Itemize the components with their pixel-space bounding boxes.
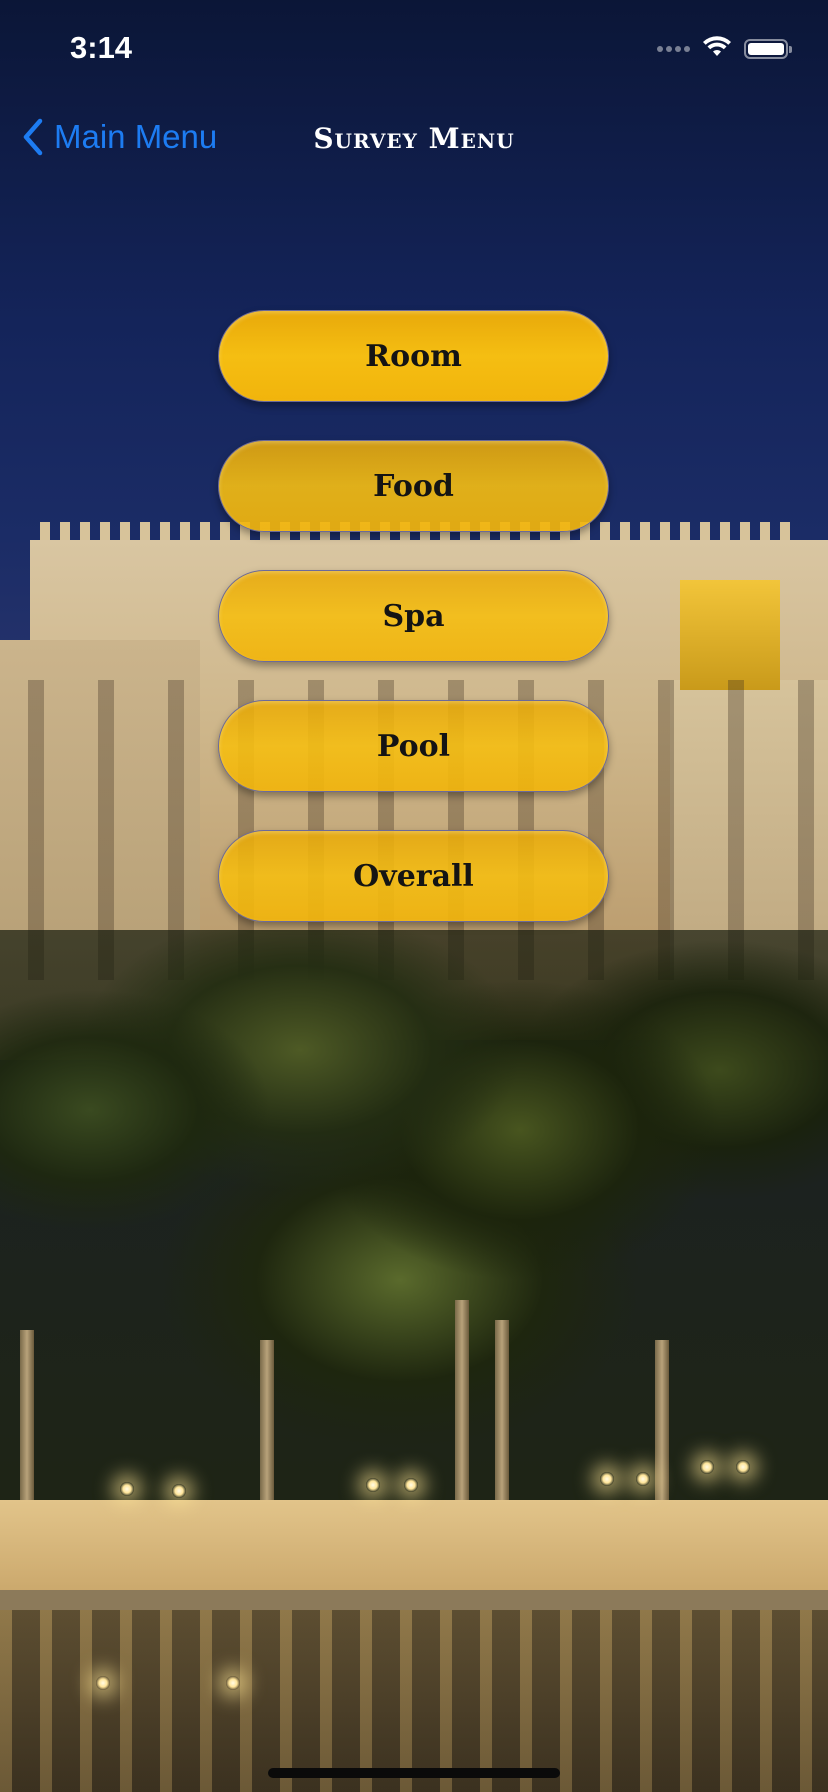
wifi-icon [702, 36, 732, 62]
street-lamp [96, 1676, 110, 1690]
room-button-label: Room [365, 338, 462, 374]
overall-button[interactable]: Overall [218, 830, 609, 922]
overall-button-label: Overall [353, 858, 474, 894]
street-lamp [120, 1482, 134, 1496]
pool-button[interactable]: Pool [218, 700, 609, 792]
street-lamp [226, 1676, 240, 1690]
pool-button-label: Pool [376, 728, 451, 764]
palm-trees [0, 930, 828, 1530]
status-time: 3:14 [70, 30, 133, 65]
page-title: Survey Menu [313, 122, 515, 155]
promenade-wall [0, 1500, 828, 1600]
street-lamp [700, 1460, 714, 1474]
lit-tower [680, 580, 780, 690]
status-indicators [657, 36, 792, 62]
spa-button[interactable]: Spa [218, 570, 609, 662]
street-lamp [600, 1472, 614, 1486]
street-lamp [172, 1484, 186, 1498]
street-lamp [404, 1478, 418, 1492]
cellular-signal-icon [657, 46, 690, 52]
food-button-label: Food [373, 468, 454, 504]
canal-water [0, 1610, 828, 1792]
street-lamp [636, 1472, 650, 1486]
spa-button-label: Spa [382, 598, 445, 634]
home-indicator[interactable] [268, 1768, 560, 1778]
room-button[interactable]: Room [218, 310, 609, 402]
street-lamp [736, 1460, 750, 1474]
food-button[interactable]: Food [218, 440, 609, 532]
battery-icon [744, 39, 792, 59]
street-lamp [366, 1478, 380, 1492]
